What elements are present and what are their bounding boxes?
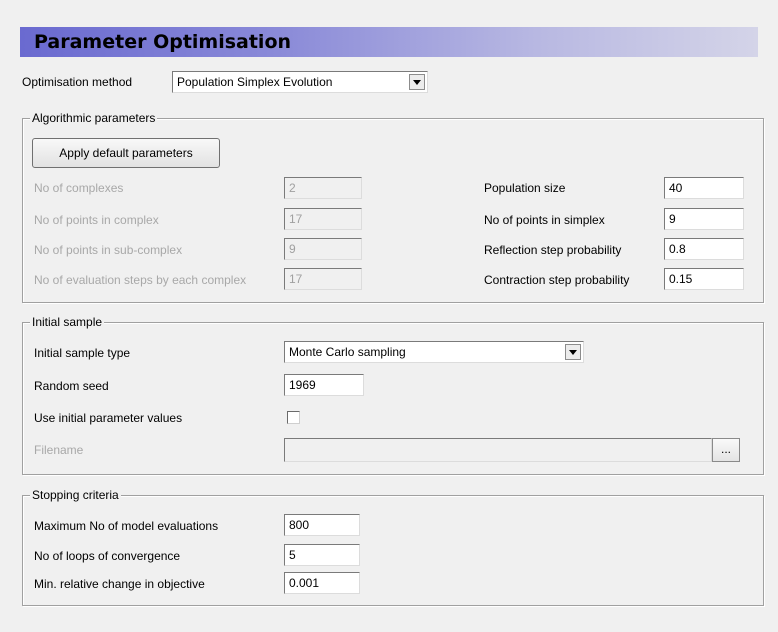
min-relative-change-label: Min. relative change in objective: [34, 577, 205, 591]
title-bar: Parameter Optimisation: [20, 27, 758, 57]
initial-sample-legend: Initial sample: [30, 315, 105, 329]
no-of-evaluation-steps-label: No of evaluation steps by each complex: [34, 273, 247, 287]
no-of-complexes-input[interactable]: 2: [284, 177, 362, 199]
filename-input[interactable]: [284, 438, 712, 462]
initial-sample-type-select[interactable]: Monte Carlo sampling: [284, 341, 584, 363]
stopping-criteria-legend: Stopping criteria: [30, 488, 121, 502]
page-title: Parameter Optimisation: [34, 31, 292, 53]
contraction-step-probability-input[interactable]: 0.15: [664, 268, 744, 290]
chevron-down-icon[interactable]: [565, 344, 581, 360]
loops-of-convergence-label: No of loops of convergence: [34, 549, 181, 563]
no-of-points-in-simplex-input[interactable]: 9: [664, 208, 744, 230]
filename-label: Filename: [34, 443, 84, 457]
contraction-step-probability-label: Contraction step probability: [484, 273, 630, 287]
max-model-evaluations-input[interactable]: 800: [284, 514, 360, 536]
no-of-points-in-simplex-label: No of points in simplex: [484, 213, 605, 227]
loops-of-convergence-input[interactable]: 5: [284, 544, 360, 566]
reflection-step-probability-input[interactable]: 0.8: [664, 238, 744, 260]
initial-sample-type-value: Monte Carlo sampling: [289, 345, 406, 359]
optimisation-method-label: Optimisation method: [22, 75, 133, 89]
no-of-points-in-sub-complex-label: No of points in sub-complex: [34, 243, 183, 257]
algorithmic-parameters-legend: Algorithmic parameters: [30, 111, 158, 125]
no-of-evaluation-steps-input[interactable]: 17: [284, 268, 362, 290]
chevron-down-icon[interactable]: [409, 74, 425, 90]
no-of-points-in-sub-complex-input[interactable]: 9: [284, 238, 362, 260]
no-of-complexes-label: No of complexes: [34, 181, 124, 195]
initial-sample-type-label: Initial sample type: [34, 346, 131, 360]
browse-button[interactable]: ...: [712, 438, 740, 462]
apply-default-parameters-button[interactable]: Apply default parameters: [32, 138, 220, 168]
optimisation-method-select[interactable]: Population Simplex Evolution: [172, 71, 428, 93]
reflection-step-probability-label: Reflection step probability: [484, 243, 622, 257]
random-seed-input[interactable]: 1969: [284, 374, 364, 396]
max-model-evaluations-label: Maximum No of model evaluations: [34, 519, 219, 533]
population-size-label: Population size: [484, 181, 566, 195]
min-relative-change-input[interactable]: 0.001: [284, 572, 360, 594]
random-seed-label: Random seed: [34, 379, 109, 393]
no-of-points-in-complex-label: No of points in complex: [34, 213, 159, 227]
optimisation-method-value: Population Simplex Evolution: [177, 75, 333, 89]
no-of-points-in-complex-input[interactable]: 17: [284, 208, 362, 230]
use-initial-parameter-values-label: Use initial parameter values: [34, 411, 183, 425]
use-initial-parameter-values-checkbox[interactable]: [287, 411, 300, 424]
population-size-input[interactable]: 40: [664, 177, 744, 199]
